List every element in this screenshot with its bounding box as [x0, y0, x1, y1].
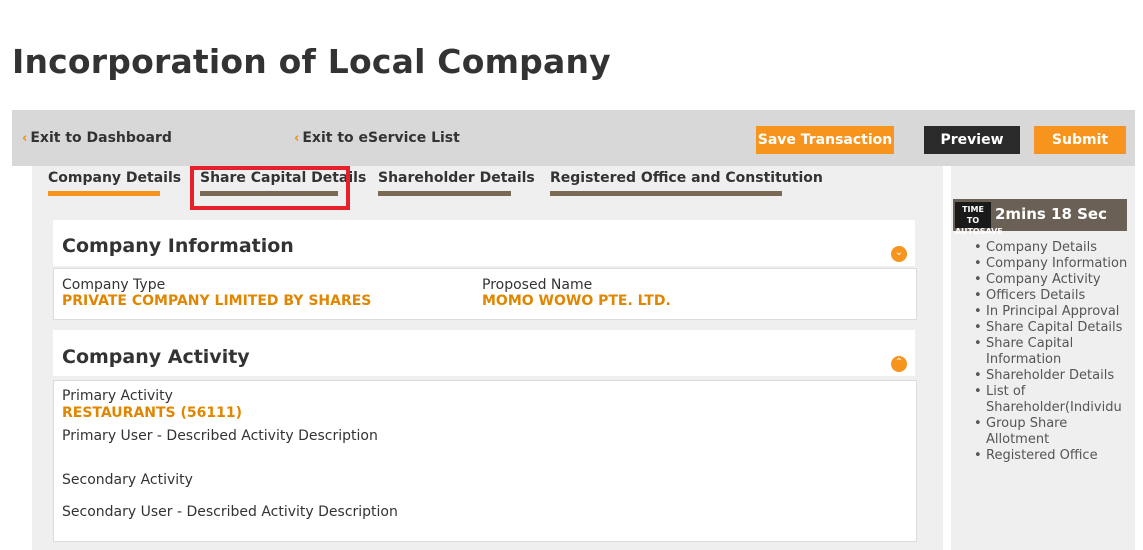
- outline-item[interactable]: Company Information: [972, 256, 1130, 272]
- submit-button[interactable]: Submit: [1034, 126, 1126, 154]
- exit-to-dashboard-link[interactable]: ‹ Exit to Dashboard: [22, 130, 172, 146]
- outline-item[interactable]: Company Details: [972, 240, 1130, 256]
- outline-item[interactable]: Company Activity: [972, 272, 1130, 288]
- chevron-down-icon[interactable]: ⌃: [891, 356, 907, 372]
- primary-user-description-label: Primary User - Described Activity Descri…: [62, 428, 378, 444]
- exit-to-eservice-label: Exit to eService List: [302, 130, 460, 146]
- primary-activity-value: RESTAURANTS (56111): [62, 405, 243, 421]
- outline-item[interactable]: Share Capital Details: [972, 320, 1130, 336]
- section-outline: Company Details Company Information Comp…: [972, 240, 1130, 464]
- preview-button[interactable]: Preview: [924, 126, 1020, 154]
- chevron-left-icon: ‹: [294, 131, 300, 146]
- primary-activity-label: Primary Activity: [62, 388, 173, 404]
- top-action-bar: ‹ Exit to Dashboard ‹ Exit to eService Lis…: [12, 110, 1135, 166]
- autosave-remaining: 2mins 18 Sec: [995, 205, 1108, 223]
- secondary-activity-label: Secondary Activity: [62, 472, 193, 488]
- tab-registered-office-underline: [550, 191, 782, 196]
- company-activity-title: Company Activity: [62, 346, 250, 368]
- autosave-label-line1: TIME TO: [962, 205, 984, 225]
- company-information-title: Company Information: [62, 235, 294, 257]
- outline-item[interactable]: Registered Office: [972, 448, 1130, 464]
- tab-shareholder-details-underline: [378, 191, 511, 196]
- chevron-down-icon[interactable]: ⌄: [891, 246, 907, 262]
- tab-company-details-underline: [48, 191, 160, 196]
- outline-item[interactable]: Officers Details: [972, 288, 1130, 304]
- exit-to-dashboard-label: Exit to Dashboard: [30, 130, 172, 146]
- outline-item[interactable]: In Principal Approval: [972, 304, 1130, 320]
- save-transaction-button[interactable]: Save Transaction: [756, 126, 894, 154]
- autosave-label-line2: AUTOSAVE: [955, 227, 1003, 236]
- highlight-annotation-box: [190, 166, 350, 210]
- page-title: Incorporation of Local Company: [12, 42, 611, 81]
- outline-item[interactable]: List of Shareholder(Individu: [972, 384, 1130, 416]
- outline-item[interactable]: Shareholder Details: [972, 368, 1130, 384]
- company-type-value: PRIVATE COMPANY LIMITED BY SHARES: [62, 293, 372, 309]
- company-type-label: Company Type: [62, 277, 166, 293]
- outline-item[interactable]: Group Share Allotment: [972, 416, 1130, 448]
- chevron-left-icon: ‹: [22, 131, 28, 146]
- proposed-name-value: MOMO WOWO PTE. LTD.: [482, 293, 671, 309]
- tab-shareholder-details[interactable]: Shareholder Details: [378, 170, 535, 186]
- proposed-name-label: Proposed Name: [482, 277, 593, 293]
- outline-item[interactable]: Share Capital Information: [972, 336, 1130, 368]
- exit-to-eservice-link[interactable]: ‹ Exit to eService List: [294, 130, 460, 146]
- secondary-user-description-label: Secondary User - Described Activity Desc…: [62, 504, 398, 520]
- tab-company-details[interactable]: Company Details: [48, 170, 181, 186]
- autosave-timer: TIME TO AUTOSAVE 2mins 18 Sec: [953, 199, 1127, 236]
- autosave-label: TIME TO AUTOSAVE: [955, 202, 1003, 236]
- tab-registered-office[interactable]: Registered Office and Constitution: [550, 170, 823, 186]
